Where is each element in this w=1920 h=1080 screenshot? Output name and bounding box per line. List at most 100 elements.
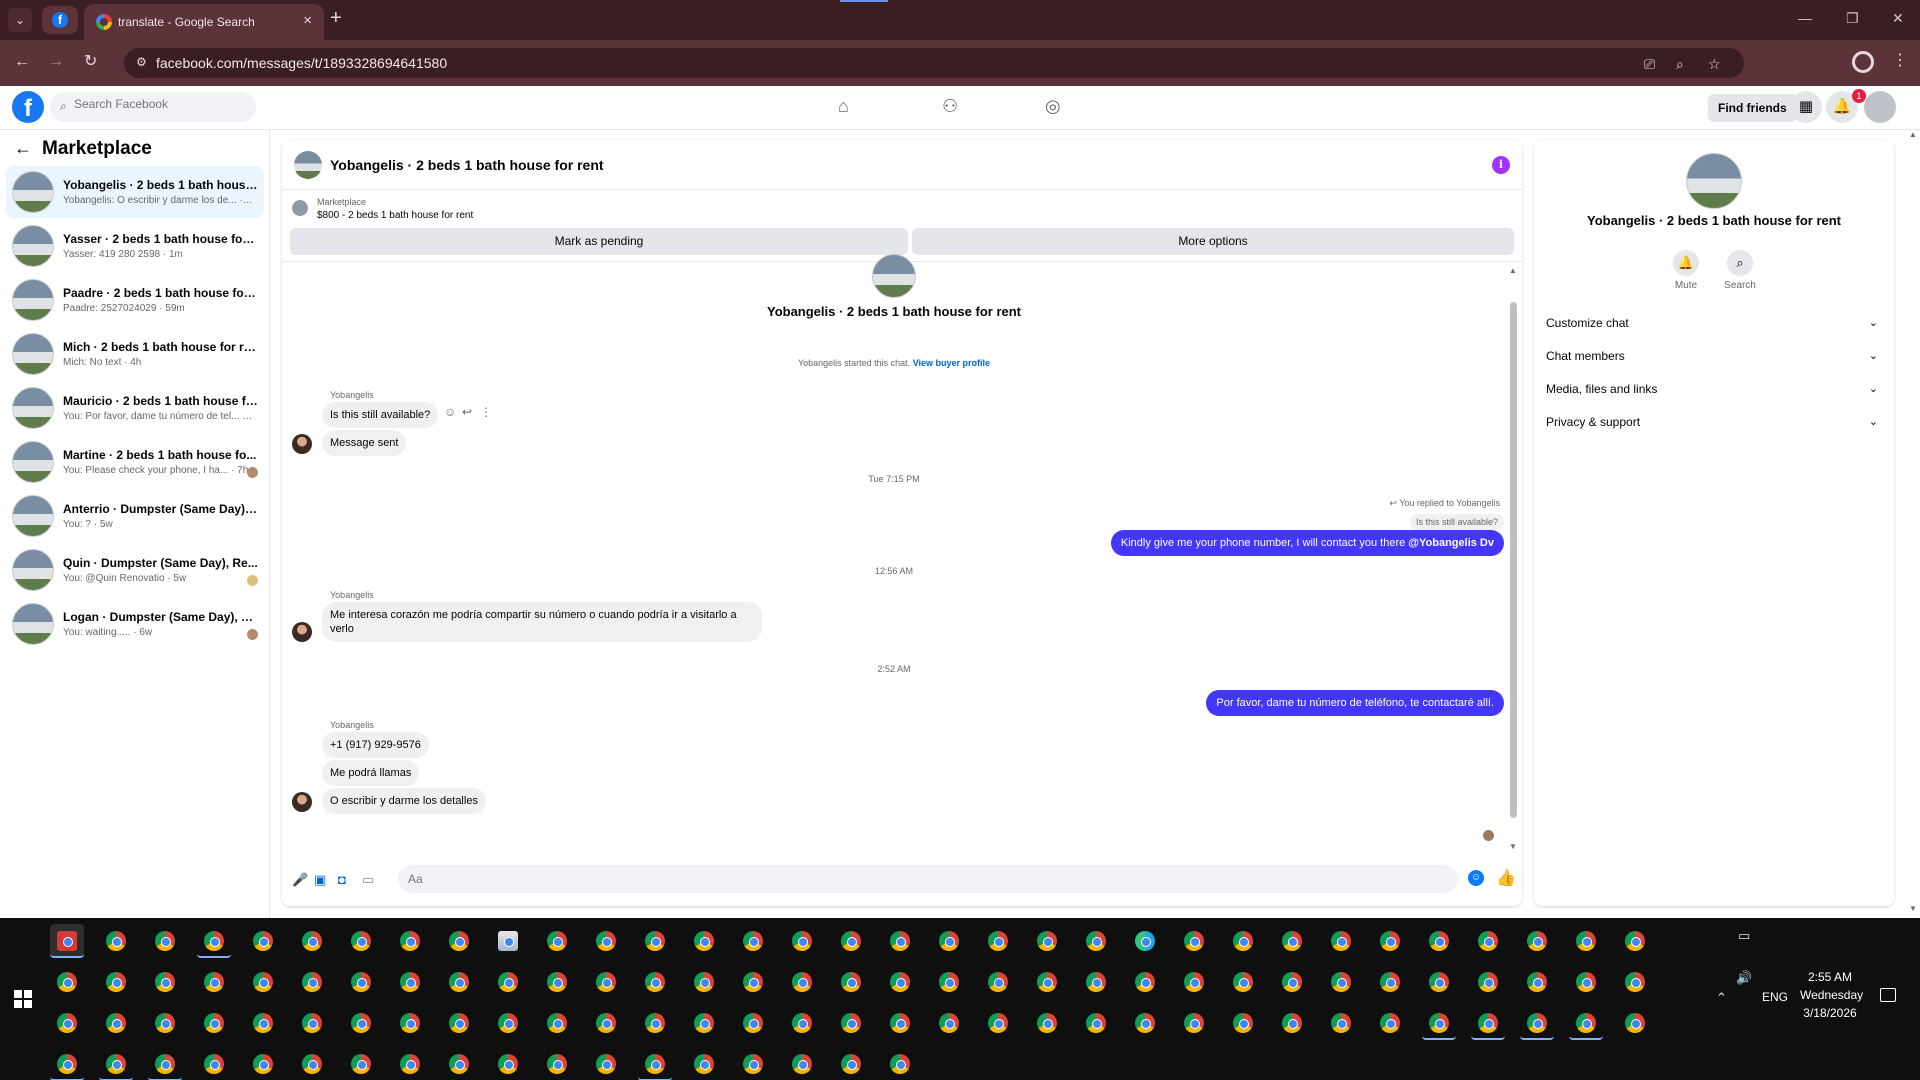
taskbar-app-icon[interactable] [687, 965, 721, 999]
taskbar-app-icon[interactable] [1422, 1006, 1456, 1040]
taskbar-app-icon[interactable] [1079, 924, 1113, 958]
taskbar-app-icon[interactable] [1226, 924, 1260, 958]
taskbar-app-icon[interactable] [932, 1006, 966, 1040]
taskbar-app-icon[interactable] [736, 924, 770, 958]
taskbar-app-icon[interactable] [1618, 965, 1652, 999]
taskbar-app-icon[interactable] [1324, 1006, 1358, 1040]
taskbar-app-icon[interactable] [442, 1047, 476, 1080]
taskbar-app-icon[interactable] [295, 1047, 329, 1080]
taskbar-app-icon[interactable] [785, 1006, 819, 1040]
back-arrow-icon[interactable]: ← [14, 138, 32, 158]
close-window-icon[interactable]: ✕ [1892, 10, 1904, 27]
taskbar-app-icon[interactable] [834, 924, 868, 958]
taskbar-app-icon[interactable] [1030, 1006, 1064, 1040]
more-options-button[interactable]: More options [912, 228, 1514, 255]
conversation-item[interactable]: Logan · Dumpster (Same Day), R... You: wa… [6, 598, 264, 650]
conversation-item[interactable]: Mich · 2 beds 1 bath house for rent Mich:… [6, 328, 264, 380]
facebook-logo-icon[interactable]: f [12, 91, 44, 123]
taskbar-app-icon[interactable] [834, 1006, 868, 1040]
notification-center-icon[interactable] [1880, 988, 1896, 1002]
incoming-message[interactable]: +1 (917) 929-9576 [322, 732, 429, 758]
restore-icon[interactable]: ❐ [1846, 10, 1859, 27]
taskbar-app-icon[interactable] [99, 924, 133, 958]
zoom-icon[interactable]: ⌕ [1676, 56, 1684, 73]
taskbar-app-icon[interactable] [1177, 924, 1211, 958]
menu-grid-icon[interactable]: ▦ [1790, 91, 1822, 123]
taskbar-app-icon[interactable] [1079, 965, 1113, 999]
taskbar-app-icon[interactable] [589, 924, 623, 958]
page-scrollbar[interactable]: ▲ ▼ [1906, 130, 1920, 918]
taskbar-app-icon[interactable] [442, 1006, 476, 1040]
taskbar-app-icon[interactable] [344, 1047, 378, 1080]
taskbar-app-icon[interactable] [246, 965, 280, 999]
tab-google-search[interactable]: translate - Google Search × [84, 4, 324, 40]
taskbar-app-icon[interactable] [246, 924, 280, 958]
minimize-icon[interactable]: — [1798, 10, 1812, 26]
taskbar-app-icon[interactable] [393, 924, 427, 958]
incoming-message[interactable]: Message sent [322, 430, 407, 456]
browser-profile-icon[interactable] [1852, 51, 1874, 73]
gif-icon[interactable]: ▭ [362, 872, 374, 888]
taskbar-app-icon[interactable] [148, 924, 182, 958]
taskbar-app-icon[interactable] [491, 1006, 525, 1040]
taskbar-app-icon[interactable] [50, 1006, 84, 1040]
taskbar-app-icon[interactable] [736, 965, 770, 999]
taskbar-app-icon[interactable] [1373, 1006, 1407, 1040]
info-avatar[interactable] [1686, 153, 1742, 209]
taskbar-app-icon[interactable] [638, 965, 672, 999]
taskbar-app-icon[interactable] [1373, 965, 1407, 999]
chat-members-row[interactable]: Chat members ⌄ [1544, 343, 1884, 369]
taskbar-app-icon[interactable] [491, 1047, 525, 1080]
conversation-item[interactable]: Anterrio · Dumpster (Same Day), R... You:… [6, 490, 264, 542]
taskbar-app-icon[interactable] [540, 1047, 574, 1080]
incoming-message[interactable]: Me interesa corazón me podría compartir … [322, 602, 762, 642]
taskbar-app-icon[interactable] [148, 1006, 182, 1040]
taskbar-app-icon[interactable] [99, 965, 133, 999]
quoted-message[interactable]: Is this still available? [1409, 514, 1504, 530]
taskbar-app-icon[interactable] [785, 965, 819, 999]
taskbar-app-icon[interactable] [295, 924, 329, 958]
taskbar-app-icon[interactable] [1471, 1006, 1505, 1040]
taskbar-app-icon[interactable] [638, 924, 672, 958]
network-tray-icon[interactable]: ▭ [1738, 928, 1750, 944]
taskbar-app-icon[interactable] [393, 965, 427, 999]
taskbar-app-icon[interactable] [148, 965, 182, 999]
taskbar-app-icon[interactable] [589, 965, 623, 999]
chat-listing-thumbnail[interactable] [294, 151, 322, 179]
taskbar-app-icon[interactable] [1128, 924, 1162, 958]
mute-button[interactable]: 🔔 Mute [1666, 250, 1706, 291]
tab-search-dropdown-icon[interactable]: ⌄ [8, 8, 32, 32]
taskbar-app-icon[interactable] [883, 965, 917, 999]
taskbar-app-icon[interactable] [50, 1047, 84, 1080]
mention-tag[interactable]: @Yobangelis Dv [1408, 537, 1494, 549]
taskbar-app-icon[interactable] [687, 1047, 721, 1080]
taskbar-app-icon[interactable] [589, 1047, 623, 1080]
listing-price[interactable]: $800 - 2 beds 1 bath house for rent [317, 210, 473, 221]
sender-avatar[interactable] [292, 434, 312, 454]
taskbar-app-icon[interactable] [932, 924, 966, 958]
taskbar-app-icon[interactable] [1128, 965, 1162, 999]
taskbar-app-icon[interactable] [638, 1006, 672, 1040]
taskbar-app-icon[interactable] [50, 924, 84, 958]
react-emoji-icon[interactable]: ☺ [444, 405, 456, 419]
chat-title[interactable]: Yobangelis · 2 beds 1 bath house for ren… [330, 157, 604, 173]
groups-icon[interactable]: ◎ [1045, 96, 1061, 117]
taskbar-app-icon[interactable] [687, 924, 721, 958]
emoji-icon[interactable]: ☺ [1468, 870, 1484, 886]
site-info-icon[interactable]: ⚙ [136, 55, 152, 71]
conversation-item[interactable]: Mauricio · 2 beds 1 bath house for ... Yo… [6, 382, 264, 434]
install-app-icon[interactable]: ⎚ [1644, 56, 1655, 73]
reload-icon[interactable]: ↻ [84, 52, 97, 72]
taskbar-app-icon[interactable] [1275, 965, 1309, 999]
taskbar-app-icon[interactable] [50, 965, 84, 999]
address-bar[interactable]: ⚙ facebook.com/messages/t/18933286946415… [124, 48, 1744, 78]
facebook-search-input[interactable] [74, 97, 244, 111]
search-button[interactable]: ⌕ Search [1720, 250, 1760, 291]
taskbar-app-icon[interactable] [932, 965, 966, 999]
clock[interactable]: 2:55 AM Wednesday 3/18/2026 [1800, 968, 1863, 1022]
more-actions-icon[interactable]: ⋮ [480, 405, 492, 419]
sender-avatar[interactable] [292, 792, 312, 812]
page-scroll-down-icon[interactable]: ▼ [1909, 904, 1917, 913]
taskbar-app-icon[interactable] [344, 965, 378, 999]
taskbar-app-icon[interactable] [344, 1006, 378, 1040]
